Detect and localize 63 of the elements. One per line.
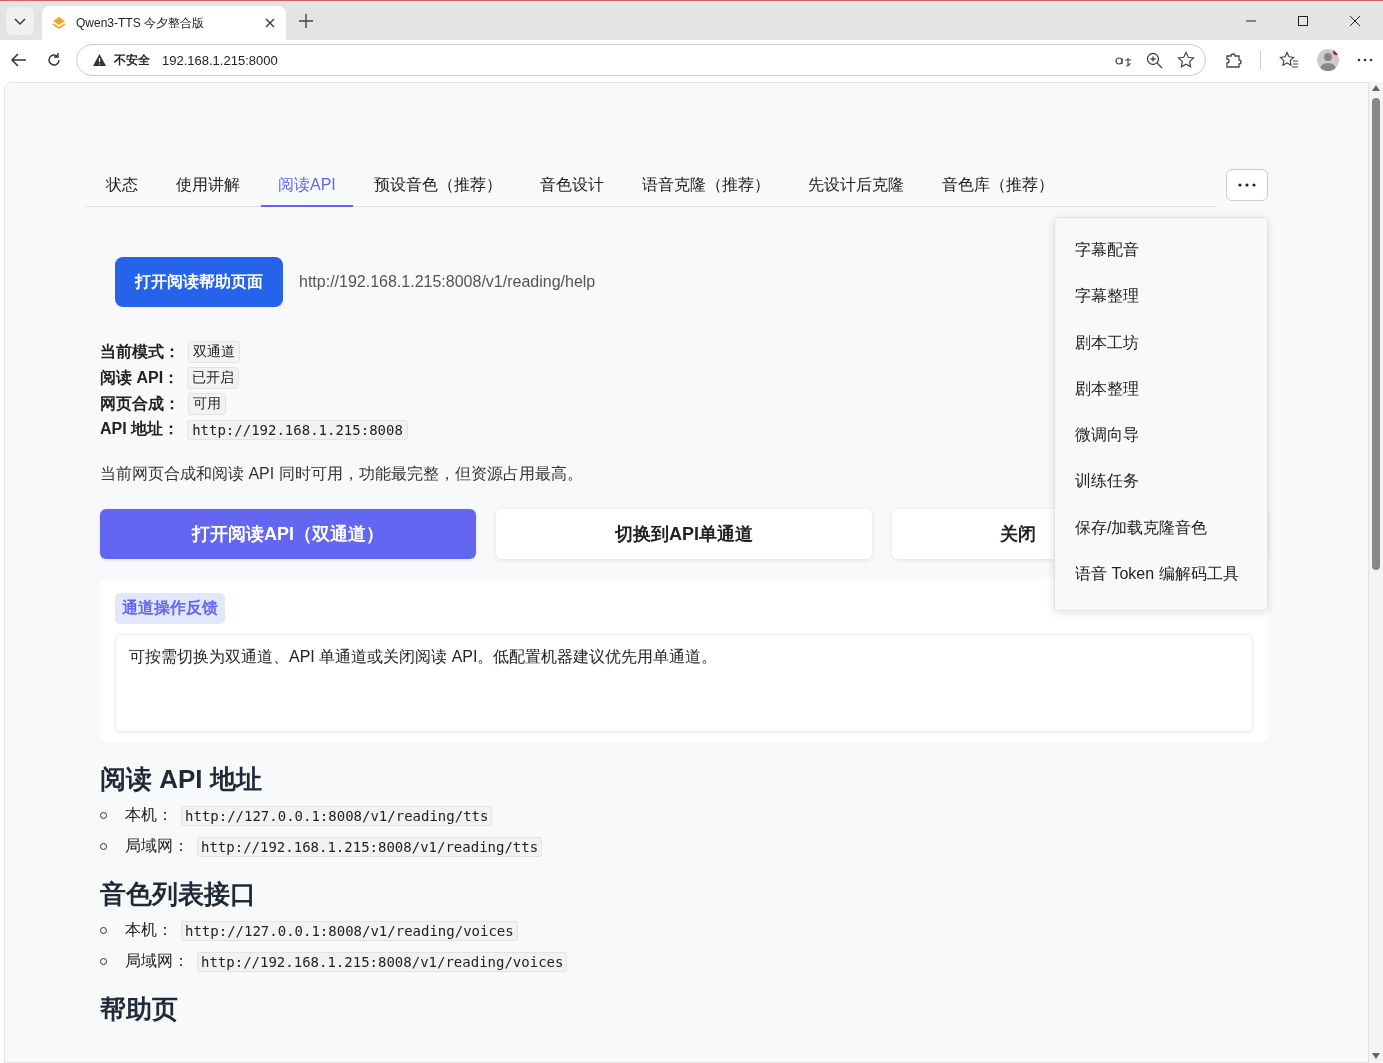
endpoint-url: http://192.168.1.215:8008/v1/reading/voices	[197, 951, 568, 972]
more-dots-icon	[1238, 183, 1256, 187]
nav-tab[interactable]: 音色设计	[522, 167, 621, 207]
zoom-in-icon[interactable]	[1146, 51, 1163, 69]
field-value: 可用	[188, 393, 226, 415]
item-label: 局域网：	[125, 836, 189, 856]
field-label: 阅读 API：	[100, 367, 180, 388]
mode-button[interactable]: 打开阅读API（双通道）	[100, 509, 476, 559]
nav-tab[interactable]: 先设计后克隆	[790, 167, 921, 207]
warning-icon	[93, 54, 106, 66]
menu-item[interactable]: 微调向导	[1055, 415, 1267, 462]
feedback-text: 可按需切换为双通道、API 单通道或关闭阅读 API。低配置机器建议优先用单通道。	[115, 634, 1253, 732]
endpoint-url: http://127.0.0.1:8008/v1/reading/tts	[181, 805, 493, 826]
endpoint-url: http://127.0.0.1:8008/v1/reading/voices	[181, 920, 518, 941]
tab-title: Qwen3-TTS 今夕整合版	[76, 14, 205, 32]
maximize-icon[interactable]	[1297, 14, 1309, 27]
nav-tab[interactable]: 语音克隆（推荐）	[624, 167, 787, 207]
close-window-icon[interactable]	[1349, 14, 1361, 27]
section-heading: 阅读 API 地址	[100, 763, 263, 796]
menu-item[interactable]: 语音 Token 编解码工具	[1055, 554, 1267, 601]
profile-avatar-icon[interactable]	[1317, 49, 1339, 71]
favorites-icon[interactable]	[1279, 51, 1299, 69]
nav-tab[interactable]: 阅读API	[261, 167, 353, 207]
menu-item[interactable]: 字幕配音	[1055, 230, 1267, 277]
item-label: 本机：	[125, 805, 173, 825]
reload-icon[interactable]	[46, 52, 62, 68]
field-label: API 地址：	[100, 419, 180, 439]
new-tab-icon[interactable]	[298, 12, 314, 29]
open-help-button[interactable]: 打开阅读帮助页面	[115, 257, 283, 307]
section-heading: 帮助页	[100, 993, 179, 1026]
tab-list-button[interactable]	[6, 6, 34, 35]
field-value: http://192.168.1.215:8008	[187, 419, 408, 440]
menu-item[interactable]: 剧本整理	[1055, 368, 1267, 416]
menu-item[interactable]: 剧本工坊	[1055, 322, 1267, 369]
nav-tab[interactable]: 状态	[89, 167, 155, 207]
url-text: 192.168.1.215:8000	[162, 52, 278, 68]
extensions-icon[interactable]	[1224, 51, 1242, 69]
security-label: 不安全	[114, 51, 150, 69]
section-heading: 音色列表接口	[100, 878, 257, 911]
app-logo-icon	[52, 16, 66, 30]
mode-button[interactable]: 切换到API单通道	[496, 509, 872, 559]
favorite-star-icon[interactable]	[1177, 51, 1195, 69]
nav-tab[interactable]: 使用讲解	[159, 167, 257, 207]
item-label: 局域网：	[125, 951, 189, 971]
browser-tab[interactable]: Qwen3-TTS 今夕整合版	[42, 6, 286, 40]
menu-item[interactable]: 字幕整理	[1055, 276, 1267, 323]
menu-item[interactable]: 训练任务	[1055, 461, 1267, 508]
item-label: 本机：	[125, 920, 173, 940]
mode-description: 当前网页合成和阅读 API 同时可用，功能最完整，但资源占用最高。	[100, 464, 583, 484]
scrollbar[interactable]	[1369, 82, 1383, 1063]
field-label: 当前模式：	[100, 341, 180, 362]
nav-tab[interactable]: 预设音色（推荐）	[356, 167, 519, 207]
feedback-label: 通道操作反馈	[115, 593, 225, 624]
back-icon[interactable]	[10, 51, 28, 69]
menu-item[interactable]: 保存/加载克隆音色	[1055, 507, 1267, 555]
help-url: http://192.168.1.215:8008/v1/reading/help	[299, 273, 596, 291]
nav-tab[interactable]: 音色库（推荐）	[924, 167, 1071, 207]
more-options-icon[interactable]	[1357, 58, 1373, 62]
endpoint-url: http://192.168.1.215:8008/v1/reading/tts	[197, 836, 543, 857]
field-label: 网页合成：	[100, 393, 180, 414]
field-value: 已开启	[187, 367, 240, 389]
field-value: 双通道	[188, 341, 240, 363]
close-tab-icon[interactable]	[264, 17, 276, 29]
